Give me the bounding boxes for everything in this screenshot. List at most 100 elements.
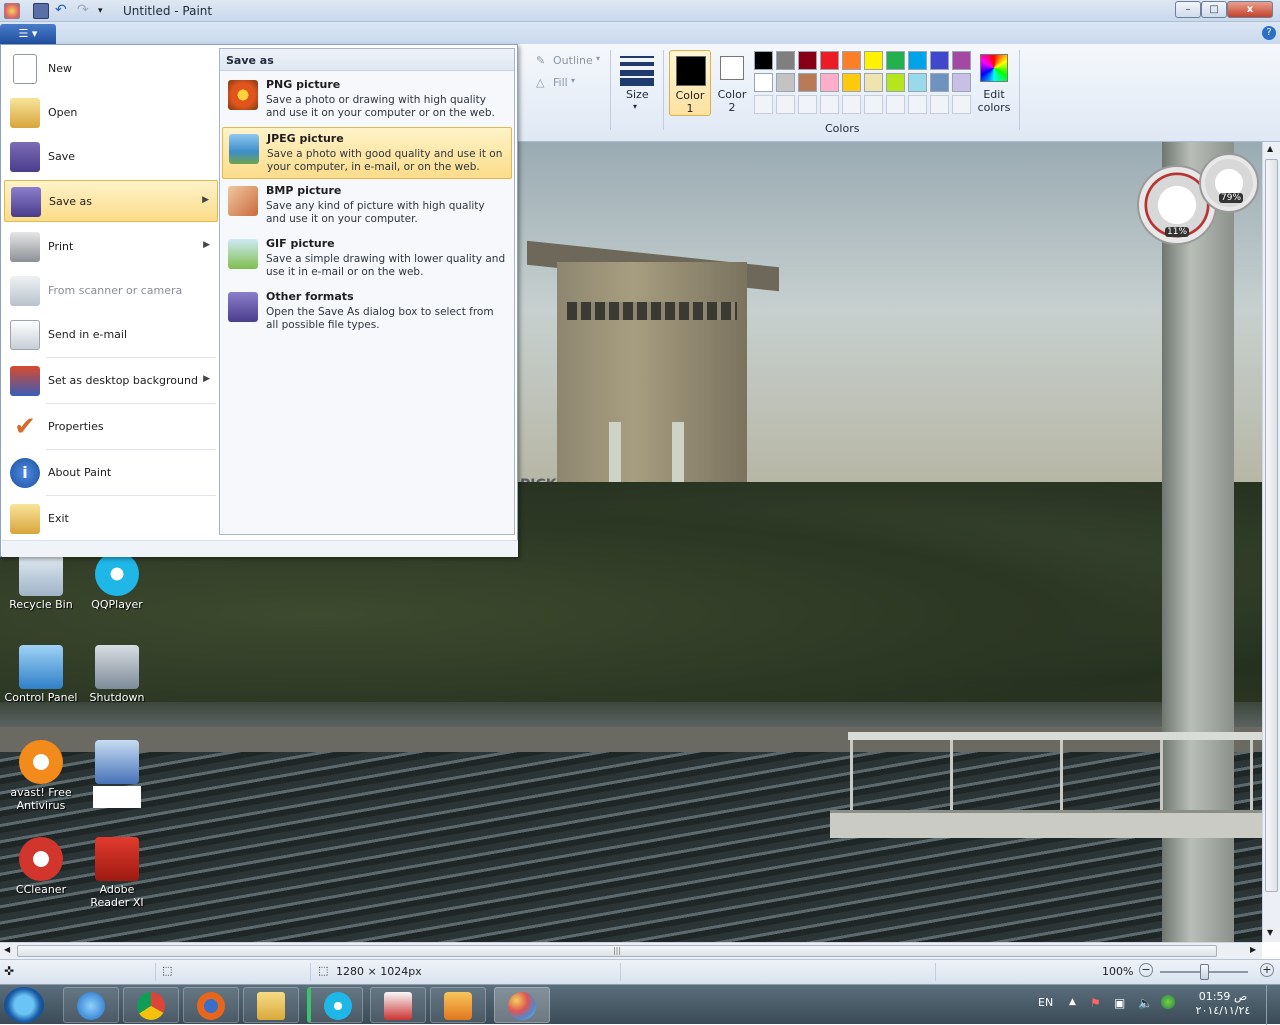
color1-button[interactable]: Color 1 xyxy=(669,50,711,116)
taskbar-ie[interactable] xyxy=(63,987,119,1023)
language-indicator[interactable]: EN xyxy=(1038,996,1053,1009)
outline-dropdown[interactable]: Outline xyxy=(553,54,593,67)
menu-item-label: From scanner or camera xyxy=(48,284,183,297)
palette-swatch[interactable] xyxy=(864,73,883,92)
palette-swatch[interactable] xyxy=(930,73,949,92)
palette-swatch[interactable] xyxy=(886,73,905,92)
save-as-bmp[interactable]: BMP picture Save any kind of picture wit… xyxy=(222,180,512,232)
zoom-slider-thumb[interactable] xyxy=(1200,964,1209,980)
custom-color-slot[interactable] xyxy=(952,95,971,114)
custom-color-slot[interactable] xyxy=(908,95,927,114)
custom-color-slot[interactable] xyxy=(930,95,949,114)
custom-color-slot[interactable] xyxy=(820,95,839,114)
zoom-in-icon[interactable]: + xyxy=(1260,963,1274,977)
save-as-png[interactable]: PNG picture Save a photo or drawing with… xyxy=(222,74,512,126)
custom-color-slot[interactable] xyxy=(842,95,861,114)
start-button[interactable] xyxy=(4,987,44,1023)
palette-swatch[interactable] xyxy=(930,51,949,70)
show-desktop-button[interactable] xyxy=(1266,985,1280,1025)
custom-color-slot[interactable] xyxy=(776,95,795,114)
palette-swatch[interactable] xyxy=(952,73,971,92)
size-button[interactable]: Size xyxy=(626,88,649,101)
save-as-jpeg[interactable]: JPEG picture Save a photo with good qual… xyxy=(222,127,512,179)
taskbar-media-player-classic[interactable] xyxy=(370,987,426,1023)
minimize-button[interactable]: – xyxy=(1175,1,1201,18)
help-icon[interactable]: ? xyxy=(1262,26,1276,40)
horizontal-scrollbar[interactable]: ◀ ||| ▶ xyxy=(0,942,1262,959)
size-icon[interactable] xyxy=(620,54,654,86)
undo-icon[interactable]: ↶ xyxy=(55,3,71,19)
tray-app-icon[interactable] xyxy=(1161,995,1175,1009)
taskbar-chrome[interactable] xyxy=(123,987,179,1023)
outline-icon[interactable]: ✎ xyxy=(536,54,545,67)
palette-swatch[interactable] xyxy=(842,51,861,70)
app-menu-button[interactable]: ☰ ▾ xyxy=(0,24,56,44)
custom-color-slot[interactable] xyxy=(886,95,905,114)
palette-swatch[interactable] xyxy=(842,73,861,92)
menu-item-new[interactable]: New xyxy=(4,48,218,90)
palette-swatch[interactable] xyxy=(864,51,883,70)
palette-swatch[interactable] xyxy=(908,51,927,70)
menu-item-exit[interactable]: Exit xyxy=(4,498,218,540)
menu-item-properties[interactable]: ✔ Properties xyxy=(4,406,218,448)
menu-item-send-email[interactable]: Send in e-mail xyxy=(4,314,218,356)
scroll-up-icon[interactable]: ▲ xyxy=(1267,144,1273,153)
horizontal-scroll-thumb[interactable]: ||| xyxy=(17,945,1217,957)
scroll-right-icon[interactable]: ▶ xyxy=(1250,945,1256,954)
zoom-level: 100% xyxy=(1102,965,1134,978)
menu-item-about[interactable]: i About Paint xyxy=(4,452,218,494)
menu-item-save[interactable]: Save xyxy=(4,136,218,178)
palette-swatch[interactable] xyxy=(776,73,795,92)
taskbar-qqplayer[interactable] xyxy=(307,987,363,1023)
palette-swatch[interactable] xyxy=(820,51,839,70)
exit-icon xyxy=(10,504,40,534)
palette-swatch[interactable] xyxy=(754,73,773,92)
palette-swatch[interactable] xyxy=(754,51,773,70)
maximize-button[interactable]: □ xyxy=(1201,1,1227,18)
close-button[interactable]: x xyxy=(1227,1,1273,18)
menu-item-save-as[interactable]: Save as ▶ xyxy=(4,180,218,222)
taskbar-media-player[interactable] xyxy=(430,987,486,1023)
palette-swatch[interactable] xyxy=(908,73,927,92)
paint-app-icon[interactable] xyxy=(4,3,20,19)
action-center-icon[interactable]: ⚑ xyxy=(1090,996,1101,1010)
fill-icon[interactable]: △ xyxy=(536,76,544,89)
custom-color-slot[interactable] xyxy=(754,95,773,114)
customize-toolbar-icon[interactable]: ▾ xyxy=(98,3,114,19)
palette-swatch[interactable] xyxy=(820,73,839,92)
menu-item-open[interactable]: Open xyxy=(4,92,218,134)
vertical-scroll-thumb[interactable] xyxy=(1265,159,1278,892)
scroll-down-icon[interactable]: ▼ xyxy=(1267,928,1273,937)
palette-swatch[interactable] xyxy=(776,51,795,70)
custom-color-slot[interactable] xyxy=(864,95,883,114)
vertical-scrollbar[interactable]: ▲ ▼ xyxy=(1262,142,1280,942)
network-tray-icon[interactable]: ▣ xyxy=(1114,996,1125,1010)
edit-colors-icon[interactable] xyxy=(980,54,1008,82)
system-clock[interactable]: 01:59 ص ٢٠١٤/١١/٢٤ xyxy=(1188,990,1258,1018)
menu-item-set-desktop-background[interactable]: Set as desktop background ▶ xyxy=(4,360,218,402)
save-as-other-formats[interactable]: Other formats Open the Save As dialog bo… xyxy=(222,286,512,338)
menu-item-label: Open xyxy=(48,106,78,119)
network-icon xyxy=(95,740,139,784)
save-quick-icon[interactable] xyxy=(33,3,49,19)
taskbar-explorer[interactable] xyxy=(243,987,299,1023)
menu-item-from-scanner[interactable]: From scanner or camera xyxy=(4,270,218,312)
volume-icon[interactable]: 🔈 xyxy=(1138,996,1153,1010)
scroll-left-icon[interactable]: ◀ xyxy=(4,945,10,954)
zoom-slider[interactable] xyxy=(1160,964,1248,980)
palette-swatch[interactable] xyxy=(798,51,817,70)
palette-swatch[interactable] xyxy=(952,51,971,70)
menu-item-print[interactable]: Print ▶ xyxy=(4,226,218,268)
redo-icon[interactable]: ↷ xyxy=(77,3,93,19)
taskbar-paint[interactable] xyxy=(494,987,550,1023)
custom-color-slot[interactable] xyxy=(798,95,817,114)
palette-swatch[interactable] xyxy=(886,51,905,70)
memory-meter-gadget[interactable]: 79% xyxy=(1199,153,1259,213)
fill-dropdown[interactable]: Fill xyxy=(553,76,568,89)
zoom-out-icon[interactable]: − xyxy=(1139,963,1153,977)
edit-colors-button[interactable]: Edit colors xyxy=(976,88,1012,114)
save-as-gif[interactable]: GIF picture Save a simple drawing with l… xyxy=(222,233,512,285)
taskbar-firefox[interactable] xyxy=(183,987,239,1023)
show-hidden-icons-icon[interactable]: ▲ xyxy=(1069,997,1076,1007)
palette-swatch[interactable] xyxy=(798,73,817,92)
